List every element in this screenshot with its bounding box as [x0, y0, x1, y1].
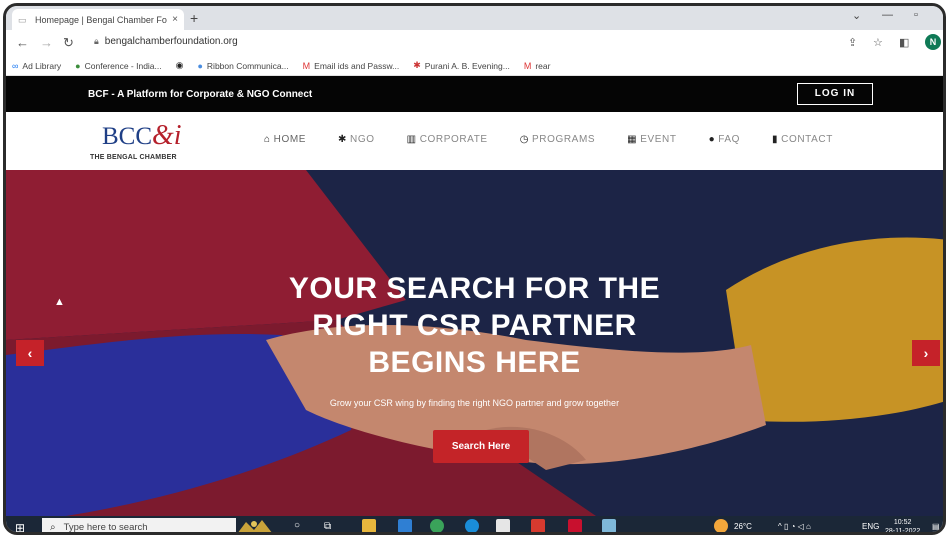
hero-headline: YOUR SEARCH FOR THE RIGHT CSR PARTNER BE… [288, 272, 661, 379]
building-icon: ▥ [406, 134, 417, 145]
clock-time: 10:52 [893, 519, 912, 526]
back-icon[interactable]: ← [16, 35, 29, 50]
new-tab-button[interactable]: + [190, 10, 198, 26]
forward-icon[interactable]: → [40, 35, 53, 50]
login-button[interactable]: LOG IN [797, 83, 873, 105]
tab-search-icon[interactable]: ⌄ [852, 9, 861, 22]
profile-avatar[interactable]: N [925, 34, 941, 50]
nav-event[interactable]: ▦ EVENT [627, 134, 676, 145]
globe-icon: ● [75, 60, 81, 71]
logo-subtitle: THE BENGAL CHAMBER [90, 154, 177, 161]
site-navigation: BCC&i THE BENGAL CHAMBER ⌂ HOME ✱ NGO ▥ COR… [6, 112, 943, 170]
home-icon: ⌂ [264, 134, 271, 145]
address-field[interactable]: 🔒︎ bengalchamberfoundation.org [94, 36, 238, 47]
hero-subline: Grow your CSR wing by finding the right … [329, 398, 620, 408]
nav-faq[interactable]: ● FAQ [709, 134, 740, 145]
edge-icon[interactable] [465, 519, 479, 532]
site-favicon-icon: ▭ [18, 14, 27, 25]
github-icon: ◉ [175, 60, 184, 70]
bookmark-conference[interactable]: ● Conference - India... [75, 61, 161, 71]
gmail-icon: M [302, 60, 311, 71]
bookmark-ad-library[interactable]: ∞ Ad Library [12, 61, 61, 71]
globe-icon: ● [197, 60, 203, 71]
site-tagline: BCF - A Platform for Corporate & NGO Con… [88, 89, 313, 100]
question-icon: ● [708, 134, 716, 145]
nav-programs[interactable]: ◷ PROGRAMS [520, 134, 595, 145]
taskbar-search-box[interactable]: ⌕ Type here to search [42, 518, 236, 533]
bookmark-ribbon[interactable]: ● Ribbon Communica... [197, 61, 288, 71]
calendar-icon: ▦ [627, 134, 638, 145]
flag-icon: ✱ [413, 60, 421, 70]
logo-text: BCC [102, 123, 153, 150]
windows-taskbar: ⊞ ⌕ Type here to search ○ ⧉ 26°C ^ ▯ ◔ ◁… [6, 516, 943, 535]
tab-title: Homepage | Bengal Chamber Fo [35, 14, 167, 25]
reload-icon[interactable]: ↻ [63, 35, 74, 51]
notification-icon[interactable]: ▤ [932, 522, 940, 531]
file-explorer-icon[interactable] [362, 519, 376, 532]
weather-temp[interactable]: 26°C [734, 522, 752, 531]
address-bar-row: ← → ↻ 🔒︎ bengalchamberfoundation.org ⇪ ☆… [6, 30, 943, 56]
store-icon[interactable] [496, 519, 510, 532]
share-icon[interactable]: ⇪ [848, 36, 857, 49]
search-here-button[interactable]: Search Here [433, 430, 529, 463]
nav-ngo[interactable]: ✱ NGO [338, 134, 375, 145]
minimize-icon[interactable]: — [882, 9, 893, 21]
bookmark-rear[interactable]: Mrear [524, 61, 551, 71]
app-w-icon[interactable] [568, 519, 582, 532]
search-icon: ⌕ [50, 521, 56, 533]
side-panel-icon[interactable]: ◧ [899, 36, 909, 49]
contact-icon: ▮ [772, 134, 779, 145]
bcc-logo[interactable]: BCC&i THE BENGAL CHAMBER [90, 118, 202, 164]
chrome-icon[interactable] [430, 519, 444, 532]
bookmark-github[interactable]: ◉ [176, 60, 184, 71]
search-highlight-art-icon [238, 520, 272, 532]
url-text: bengalchamberfoundation.org [104, 36, 238, 47]
nav-links: ⌂ HOME ✱ NGO ▥ CORPORATE ◷ PROGRAMS ▦ EVENT ●… [264, 134, 833, 145]
cortana-icon[interactable]: ○ [294, 520, 300, 531]
bookmarks-bar: ∞ Ad Library ● Conference - India... ◉ ● Ri… [6, 56, 943, 76]
acrobat-icon[interactable] [531, 519, 545, 532]
restore-icon[interactable]: ▫ [914, 9, 918, 21]
gmail-icon: M [523, 60, 532, 71]
bookmark-email-ids[interactable]: M Email ids and Passw... [303, 61, 400, 71]
carousel-prev-button[interactable]: ‹ [16, 340, 44, 366]
carousel-next-button[interactable]: › [912, 340, 940, 366]
taskbar-search-placeholder: Type here to search [63, 521, 148, 533]
hero-banner: ▲ YOUR SEARCH FOR THE RIGHT CSR PARTNER … [6, 170, 943, 516]
nav-home[interactable]: ⌂ HOME [264, 134, 306, 145]
tray-icons[interactable]: ^ ▯ ◔ ◁ ⌂ [778, 522, 811, 531]
weather-icon [714, 519, 728, 532]
bookmark-purani[interactable]: ✱ Purani A. B. Evening... [413, 60, 510, 71]
mail-icon[interactable] [398, 519, 412, 532]
paw-icon: ✱ [338, 134, 348, 145]
nav-contact[interactable]: ▮ CONTACT [772, 134, 833, 145]
lock-icon: 🔒︎ [94, 36, 99, 46]
logo-amp: &i [152, 120, 182, 151]
clock[interactable]: 10:52 28-11-2022 [885, 518, 921, 535]
browser-tab-bar: ▭ Homepage | Bengal Chamber Fo × + ⌄ — ▫ [6, 6, 943, 30]
meta-icon: ∞ [12, 60, 19, 71]
app-notes-icon[interactable] [602, 519, 616, 532]
clock-icon: ◷ [519, 134, 530, 145]
nav-corporate[interactable]: ▥ CORPORATE [407, 134, 488, 145]
site-top-bar: BCF - A Platform for Corporate & NGO Con… [6, 76, 943, 112]
browser-tab[interactable]: ▭ Homepage | Bengal Chamber Fo × [12, 9, 184, 30]
bookmark-star-icon[interactable]: ☆ [873, 36, 883, 49]
clock-date: 28-11-2022 [885, 528, 921, 535]
language-indicator[interactable]: ENG [862, 522, 879, 531]
tab-close-icon[interactable]: × [172, 14, 178, 25]
task-view-icon[interactable]: ⧉ [324, 521, 331, 532]
windows-start-icon[interactable]: ⊞ [15, 521, 25, 532]
screen-frame: ▭ Homepage | Bengal Chamber Fo × + ⌄ — ▫… [3, 3, 946, 535]
